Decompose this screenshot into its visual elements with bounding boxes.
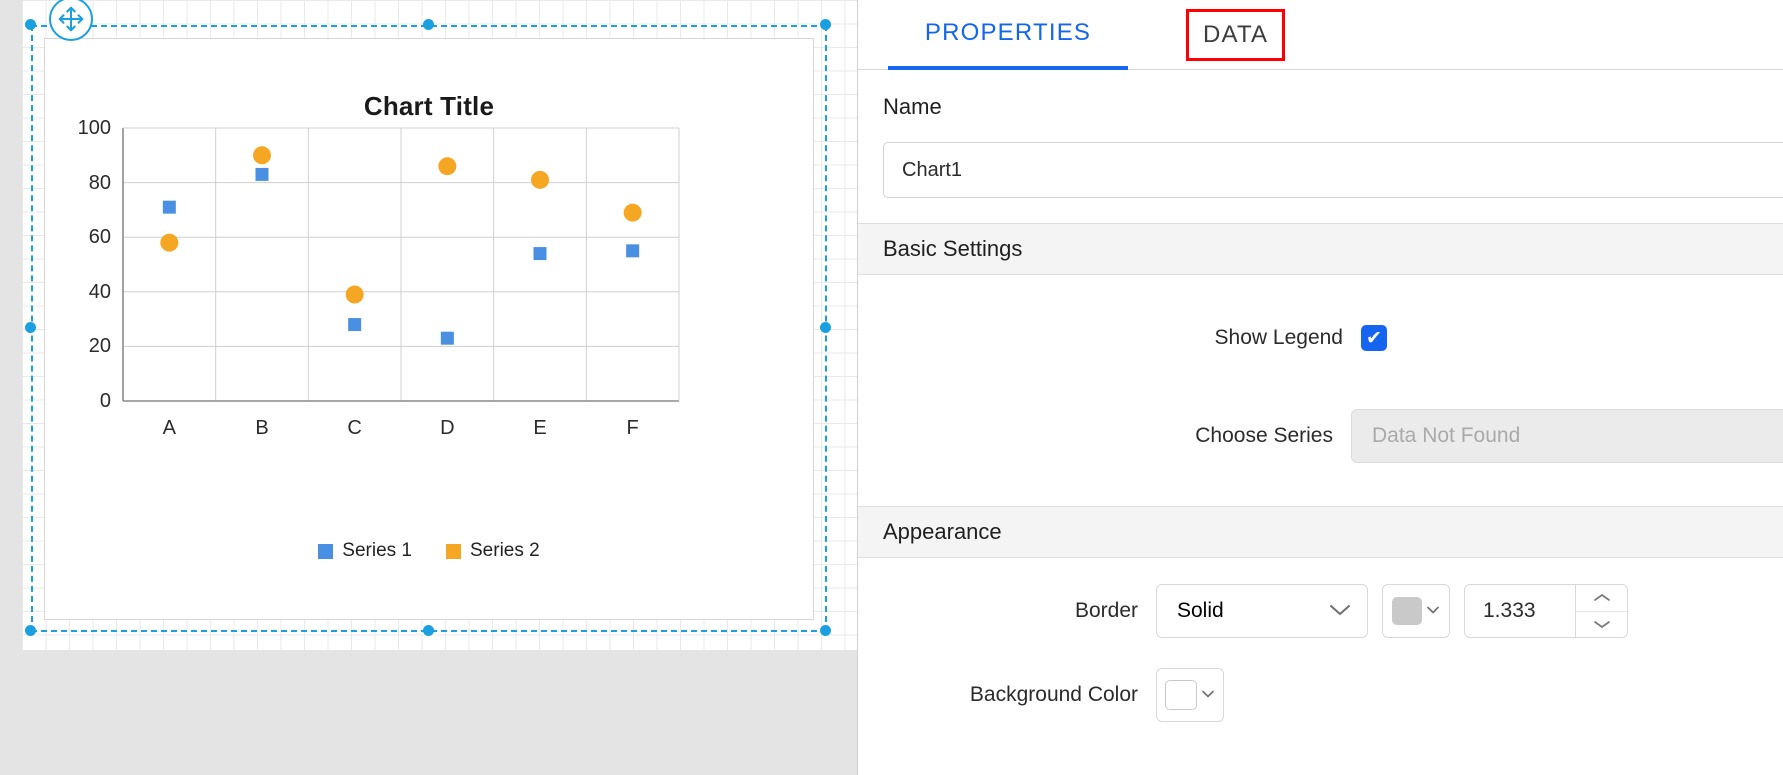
border-style-value: Solid — [1177, 599, 1224, 622]
y-axis-tick-label: 60 — [88, 226, 111, 249]
y-axis-tick-label: 100 — [77, 117, 111, 139]
properties-panel: PROPERTIES DATA Name Chart1 Basic Settin… — [857, 0, 1783, 775]
chevron-down-icon — [1201, 686, 1215, 704]
choose-series-label: Choose Series — [1195, 424, 1333, 447]
legend-swatch-square-icon — [318, 543, 334, 559]
stepper-arrows — [1575, 585, 1627, 637]
selection-handle-top-right[interactable] — [820, 19, 831, 30]
check-icon: ✔ — [1366, 327, 1382, 349]
x-axis-tick-label: D — [440, 417, 455, 439]
scatter-plot-svg — [122, 127, 680, 402]
x-axis-tick-label: B — [255, 417, 269, 439]
section-header-appearance[interactable]: Appearance − — [858, 506, 1783, 558]
section-title: Appearance — [883, 519, 1002, 544]
name-block: Name Chart1 — [858, 70, 1783, 198]
legend-swatch-square-icon — [446, 543, 461, 559]
tab-properties[interactable]: PROPERTIES — [888, 0, 1128, 70]
row-border: Border Solid 1.333 — [858, 584, 1783, 638]
row-show-legend: Show Legend ✔ — [858, 325, 1783, 351]
y-axis-tick-label: 80 — [88, 171, 111, 194]
legend-item-series-1[interactable]: Series 1 — [318, 540, 412, 562]
show-legend-label: Show Legend — [1214, 326, 1343, 349]
background-color-swatch — [1165, 680, 1197, 710]
section-header-basic-settings[interactable]: Basic Settings − — [858, 223, 1783, 275]
row-choose-series: Choose Series Data Not Found — [858, 409, 1783, 463]
choose-series-value: Data Not Found — [1372, 424, 1521, 447]
legend-label: Series 2 — [470, 540, 540, 561]
y-axis-tick-label: 0 — [99, 390, 111, 412]
border-color-picker[interactable] — [1382, 584, 1450, 638]
row-background-color: Background Color — [858, 668, 1783, 722]
selection-handle-bottom-right[interactable] — [820, 625, 831, 636]
x-axis-tick-label: F — [626, 417, 639, 439]
border-style-select[interactable]: Solid — [1156, 584, 1368, 638]
x-axis-tick-label: E — [533, 417, 547, 439]
chart-designer-app: Chart Title 0 20 40 60 80 100 A B C D E F Series 1 … — [0, 0, 1783, 775]
selection-handle-bottom-center[interactable] — [423, 625, 434, 636]
chevron-down-icon — [1329, 601, 1351, 622]
selection-handle-middle-left[interactable] — [25, 322, 36, 333]
chevron-down-icon — [1426, 602, 1440, 620]
y-axis-tick-label: 40 — [88, 280, 111, 303]
chevron-up-icon[interactable] — [1576, 585, 1627, 612]
chevron-down-icon[interactable] — [1576, 612, 1627, 638]
design-canvas-pane[interactable]: Chart Title 0 20 40 60 80 100 A B C D E F Series 1 … — [0, 0, 857, 775]
chart-widget[interactable]: Chart Title 0 20 40 60 80 100 A B C D E F Series 1 … — [44, 38, 814, 620]
legend-label: Series 1 — [342, 540, 412, 561]
x-axis-tick-label: A — [162, 417, 176, 439]
name-label: Name — [883, 94, 942, 119]
choose-series-select[interactable]: Data Not Found — [1351, 409, 1783, 463]
move-cross-glyph — [58, 6, 84, 32]
selection-handle-middle-right[interactable] — [820, 322, 831, 333]
legend-item-series-2[interactable]: Series 2 — [446, 540, 540, 562]
tab-data[interactable]: DATA — [1186, 8, 1286, 61]
background-color-picker[interactable] — [1156, 668, 1224, 722]
border-width-stepper[interactable]: 1.333 — [1464, 584, 1628, 638]
section-title: Basic Settings — [883, 236, 1023, 261]
name-input[interactable]: Chart1 — [883, 142, 1783, 198]
selection-handle-bottom-left[interactable] — [25, 625, 36, 636]
panel-tabs: PROPERTIES DATA — [858, 0, 1783, 70]
chart-plot-area: 0 20 40 60 80 100 A B C D E F — [45, 39, 813, 619]
chart-legend: Series 1 Series 2 — [45, 540, 813, 562]
y-axis-tick-label: 20 — [88, 335, 111, 358]
background-color-label: Background Color — [969, 683, 1138, 706]
selection-handle-top-center[interactable] — [423, 19, 434, 30]
x-axis-tick-label: C — [347, 417, 362, 439]
show-legend-checkbox[interactable]: ✔ — [1361, 325, 1387, 351]
border-color-swatch — [1392, 597, 1422, 625]
border-label: Border — [1074, 599, 1138, 622]
selection-handle-top-left[interactable] — [25, 19, 36, 30]
border-width-value[interactable]: 1.333 — [1465, 599, 1575, 623]
